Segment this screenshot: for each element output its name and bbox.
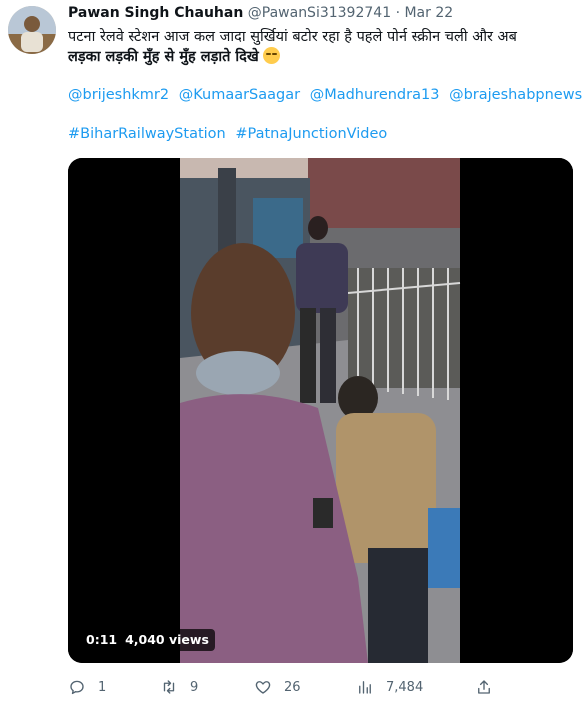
avatar-image	[8, 6, 56, 54]
retweet-button[interactable]: 9	[160, 676, 198, 698]
mention-link[interactable]: @Madhurendra13	[310, 87, 440, 103]
mention-link[interactable]: @brajeshabpnews	[449, 87, 582, 103]
share-button[interactable]	[475, 676, 505, 698]
video-duration: 0:11	[86, 632, 118, 647]
tweet-text-line-2: लड़का लड़की मुँह से मुँह लड़ाते दिखे	[68, 47, 568, 67]
video-content	[180, 158, 461, 663]
tweet-text: पटना रेलवे स्टेशन आज कल जादा सुर्खियां ब…	[68, 27, 568, 67]
video-views: 4,040 views	[125, 632, 209, 647]
tweet-text-line-2-text: लड़का लड़की मुँह से मुँह लड़ाते दिखे	[68, 49, 259, 65]
share-icon	[478, 680, 490, 694]
mentions-row: @brijeshkmr2 @KumaarSaagar @Madhurendra1…	[68, 87, 585, 103]
like-count: 26	[284, 679, 301, 695]
smirking-face-emoji-icon	[262, 47, 280, 64]
hashtags-row: #BiharRailwayStation #PatnaJunctionVideo	[68, 126, 392, 142]
retweet-count: 9	[190, 679, 199, 695]
video-badge: 0:11 4,040 views	[80, 629, 215, 651]
author-avatar[interactable]	[8, 6, 56, 54]
hashtag-link[interactable]: #BiharRailwayStation	[68, 126, 226, 142]
analytics-icon	[359, 681, 371, 694]
retweet-icon	[163, 680, 175, 694]
tweet-actions: 1 9 26 7,484	[68, 676, 573, 698]
reply-icon	[70, 680, 84, 695]
author-handle[interactable]: @PawanSi31392741	[248, 5, 391, 21]
tweet-header: Pawan Singh Chauhan @PawanSi31392741 · M…	[68, 5, 453, 21]
heart-icon	[255, 681, 271, 694]
views-button[interactable]: 7,484	[356, 676, 423, 698]
views-count: 7,484	[386, 679, 424, 695]
header-separator: ·	[395, 5, 401, 21]
tweet-date[interactable]: Mar 22	[404, 5, 453, 21]
reply-button[interactable]: 1	[68, 676, 106, 698]
video-player[interactable]	[68, 158, 573, 663]
mention-link[interactable]: @KumaarSaagar	[179, 87, 300, 103]
mention-link[interactable]: @brijeshkmr2	[68, 87, 169, 103]
like-button[interactable]: 26	[254, 676, 301, 698]
video-frame	[68, 158, 573, 663]
author-name[interactable]: Pawan Singh Chauhan	[68, 5, 243, 21]
hashtag-link[interactable]: #PatnaJunctionVideo	[235, 126, 387, 142]
tweet-text-line-1: पटना रेलवे स्टेशन आज कल जादा सुर्खियां ब…	[68, 29, 517, 45]
reply-count: 1	[98, 679, 107, 695]
